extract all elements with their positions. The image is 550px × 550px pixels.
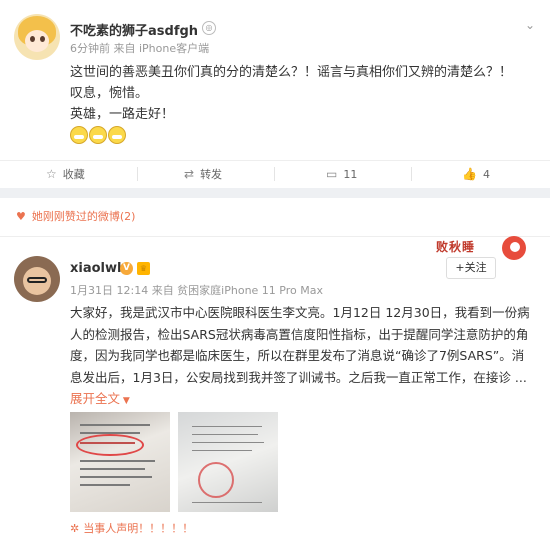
like-button[interactable]: 👍 4 xyxy=(462,161,490,187)
follow-button[interactable]: +关注 xyxy=(446,257,496,279)
heart-icon: ♥ xyxy=(16,210,26,223)
chevron-down-icon: ▼ xyxy=(120,396,130,406)
emoji-row xyxy=(70,126,127,148)
username-link[interactable]: xiaolwl xyxy=(70,261,121,276)
user-avatar[interactable] xyxy=(14,14,60,60)
post-image[interactable] xyxy=(178,412,278,512)
comment-icon: ▭ xyxy=(326,167,338,181)
post-meta: 6分钟前 来自 iPhone客户端 xyxy=(70,42,210,55)
post-text: 大家好，我是武汉市中心医院眼科医生李文亮。1月12日 12月30日，我看到一份病… xyxy=(70,305,530,385)
repost-button[interactable]: ⇄ 转发 xyxy=(184,161,222,187)
thumb-up-icon: 👍 xyxy=(462,167,477,181)
mask-emoji-icon xyxy=(89,126,107,144)
sparkle-icon: ✲ xyxy=(70,522,80,535)
post-line: 这世间的善恶美丑你们真的分的清楚么？！谣言与真相你们又辨的清楚么？！ xyxy=(70,65,513,80)
mask-emoji-icon xyxy=(70,126,88,144)
post-line: 叹息，惋惜。 xyxy=(70,86,149,101)
username-link[interactable]: 不吃素的狮子asdfgh xyxy=(70,20,198,39)
mask-emoji-icon xyxy=(108,126,126,144)
favorite-button[interactable]: ☆ 收藏 xyxy=(46,161,85,187)
user-avatar[interactable] xyxy=(14,256,60,302)
expand-link[interactable]: 展开全文 ▼ xyxy=(70,391,130,406)
member-badge-icon: ◎ xyxy=(202,21,216,35)
verified-icon: V xyxy=(120,262,133,275)
section-gap xyxy=(0,188,550,198)
statement-link[interactable]: ✲ 当事人声明！！！！！ xyxy=(70,520,193,536)
post-content: 大家好，我是武汉市中心医院眼科医生李文亮。1月12日 12月30日，我看到一份病… xyxy=(70,302,532,413)
chevron-down-icon[interactable]: ⌄ xyxy=(525,18,535,32)
post-image[interactable] xyxy=(70,412,170,512)
sticker-text: 败秋睡 xyxy=(436,240,476,254)
comment-button[interactable]: ▭ 11 xyxy=(326,161,357,187)
post-meta: 1月31日 12:14 来自 贫困家庭iPhone 11 Pro Max xyxy=(70,284,323,297)
vip-icon: ♛ xyxy=(137,262,150,275)
liked-notice[interactable]: ♥ 她刚刚赞过的微博(2) xyxy=(16,208,135,224)
repost-icon: ⇄ xyxy=(184,167,195,181)
post-line: 英雄，一路走好！ xyxy=(70,107,175,122)
action-bar: ☆ 收藏 ⇄ 转发 ▭ 11 👍 4 xyxy=(0,160,550,187)
post-content: 这世间的善恶美丑你们真的分的清楚么？！谣言与真相你们又辨的清楚么？！ 叹息，惋惜… xyxy=(70,62,530,125)
mascot-icon xyxy=(502,236,526,260)
star-icon: ☆ xyxy=(46,167,57,181)
